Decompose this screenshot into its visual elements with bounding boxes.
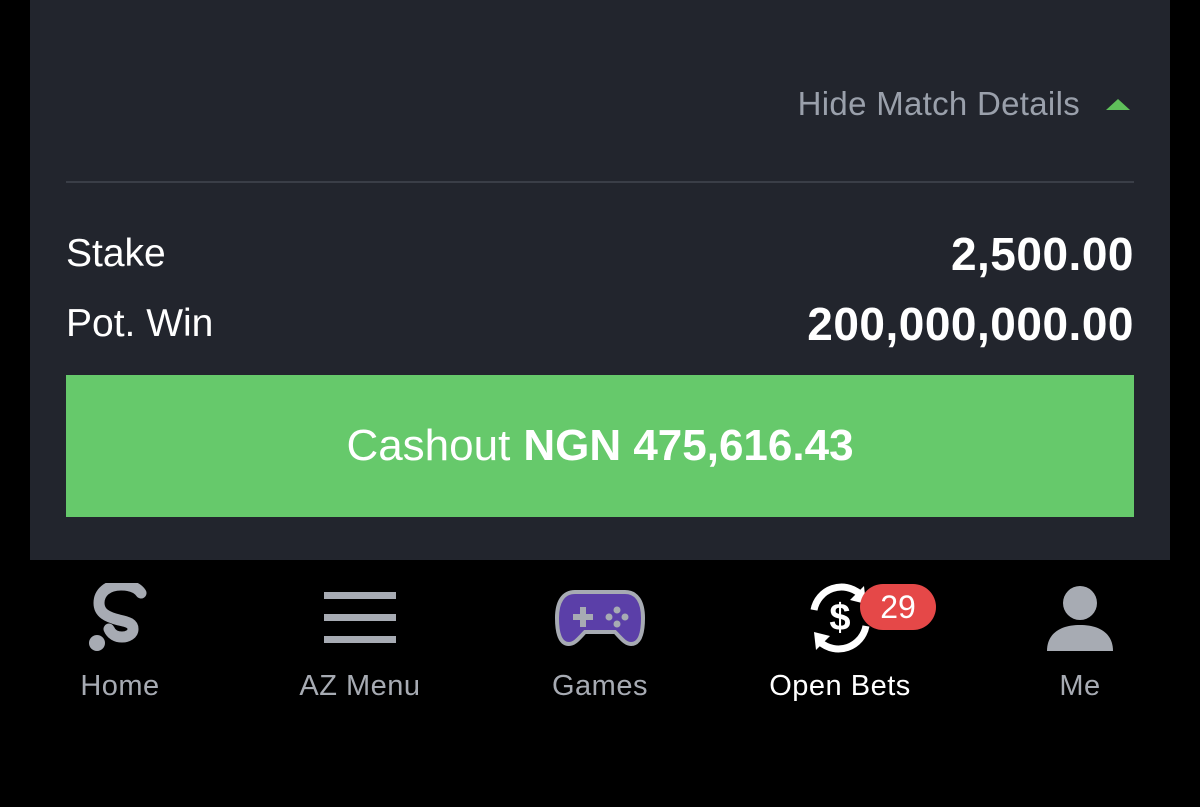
hide-match-details-label: Hide Match Details (797, 85, 1080, 122)
cashout-amount: NGN 475,616.43 (523, 421, 854, 470)
tab-home-label: Home (80, 670, 160, 702)
sportybet-s-logo-icon (70, 578, 170, 658)
bet-slip-screen: Hide Match Details Stake 2,500.00 Pot. W… (0, 0, 1200, 807)
tab-open-bets[interactable]: $ 29 Open Bets (720, 578, 960, 708)
tab-az-menu-label: AZ Menu (299, 670, 421, 702)
tab-me[interactable]: Me (960, 578, 1200, 708)
open-bets-count-badge: 29 (860, 584, 936, 630)
bottom-tab-bar: Home AZ Menu Games $ 29 Open Bets Me (0, 560, 1200, 807)
pot-win-label: Pot. Win (66, 302, 214, 345)
tab-open-bets-label: Open Bets (769, 670, 911, 702)
tab-home[interactable]: Home (0, 578, 240, 708)
pot-win-row: Pot. Win 200,000,000.00 (66, 296, 1134, 352)
tab-games[interactable]: Games (480, 578, 720, 708)
gamepad-icon (550, 578, 650, 658)
cashout-prefix: Cashout (346, 421, 511, 470)
stake-value: 2,500.00 (950, 228, 1134, 280)
svg-text:$: $ (829, 597, 850, 639)
hamburger-menu-icon (310, 578, 410, 658)
divider (66, 181, 1134, 183)
tab-az-menu[interactable]: AZ Menu (240, 578, 480, 708)
caret-up-icon (1106, 98, 1130, 110)
bet-card: Hide Match Details Stake 2,500.00 Pot. W… (30, 0, 1170, 560)
user-icon (1030, 578, 1130, 658)
tab-me-label: Me (1059, 670, 1101, 702)
tab-games-label: Games (552, 670, 648, 702)
cash-refresh-icon: $ 29 (790, 578, 936, 658)
hide-match-details-toggle[interactable]: Hide Match Details (798, 84, 1130, 124)
stake-label: Stake (66, 232, 166, 275)
cashout-button[interactable]: Cashout NGN 475,616.43 (66, 375, 1134, 517)
pot-win-value: 200,000,000.00 (807, 298, 1134, 350)
stake-row: Stake 2,500.00 (66, 226, 1134, 282)
